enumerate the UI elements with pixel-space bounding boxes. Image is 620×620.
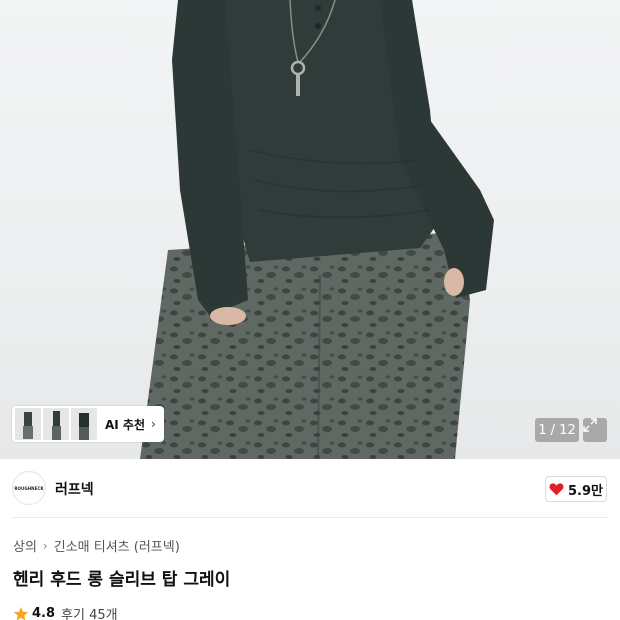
thumbnail-1[interactable] <box>15 408 41 440</box>
chevron-right-icon: › <box>151 417 156 431</box>
like-count: 5.9만 <box>568 483 603 499</box>
like-button[interactable]: 5.9만 <box>545 476 607 502</box>
brand-logo[interactable]: ROUGHNECK <box>12 471 46 505</box>
divider <box>12 517 608 518</box>
thumbnail-3[interactable] <box>71 408 97 440</box>
expand-button[interactable] <box>583 418 607 442</box>
ai-recommend-label: AI 추천 <box>105 417 146 432</box>
image-counter: 1 / 12 <box>535 418 579 442</box>
rating-score: 4.8 <box>32 606 56 620</box>
product-photo-illustration <box>140 0 494 459</box>
expand-icon <box>583 418 597 432</box>
chevron-right-icon: › <box>42 538 48 553</box>
breadcrumb: 상의 › 긴소매 티셔츠 (러프넥) <box>13 536 180 556</box>
thumbnail-2[interactable] <box>43 408 69 440</box>
brand-name[interactable]: 러프넥 <box>55 479 94 499</box>
rating-row: 4.8 후기 45개 <box>13 604 118 620</box>
star-icon <box>13 606 29 620</box>
brand-row: ROUGHNECK 러프넥 5.9만 <box>0 459 620 519</box>
review-count-link[interactable]: 후기 45개 <box>61 604 118 620</box>
product-image[interactable]: AI 추천 › 1 / 12 <box>0 0 620 459</box>
ai-recommend-strip[interactable]: AI 추천 › <box>12 406 164 442</box>
breadcrumb-level2[interactable]: 긴소매 티셔츠 (러프넥) <box>54 536 180 555</box>
breadcrumb-level1[interactable]: 상의 <box>13 536 37 555</box>
brand-logo-text: ROUGHNECK <box>14 485 44 491</box>
heart-icon <box>549 483 564 496</box>
product-title: 헨리 후드 롱 슬리브 탑 그레이 <box>13 570 231 590</box>
